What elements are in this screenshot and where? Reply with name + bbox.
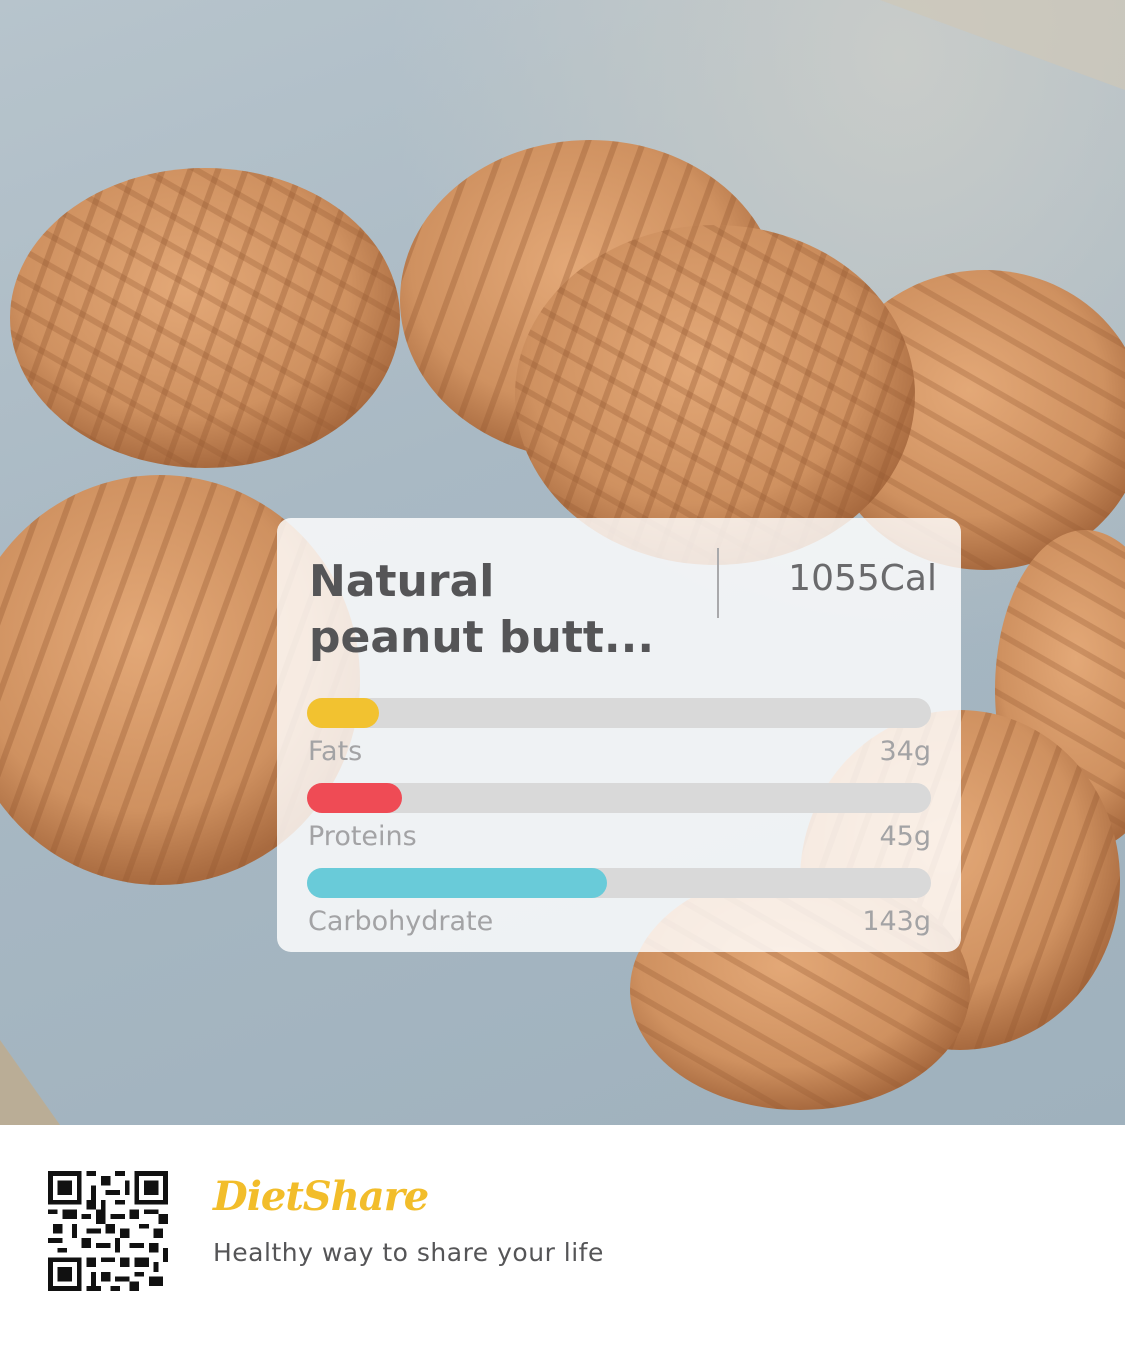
food-name-line1: Natural (309, 556, 495, 607)
tagline: Healthy way to share your life (213, 1238, 604, 1267)
fats-value: 34g (879, 736, 932, 767)
calories-value: 1055Cal (788, 558, 937, 599)
divider (717, 548, 719, 618)
brand-logo: DietShare (213, 1173, 429, 1220)
qr-code-icon (48, 1171, 168, 1291)
carbohydrate-label: Carbohydrate (308, 906, 494, 937)
proteins-value: 45g (879, 821, 932, 852)
food-name: Natural peanut butt... (309, 554, 709, 666)
fats-label: Fats (308, 736, 363, 767)
food-photo: Natural peanut butt... 1055Cal Fats 34g … (0, 0, 1125, 1125)
fats-bar-fill (307, 698, 379, 728)
proteins-bar-fill (307, 783, 402, 813)
carbohydrate-bar-fill (307, 868, 607, 898)
nutrition-card: Natural peanut butt... 1055Cal Fats 34g … (277, 518, 961, 952)
carbohydrate-value: 143g (862, 906, 931, 937)
proteins-progress-bar (307, 783, 931, 813)
proteins-label: Proteins (308, 821, 417, 852)
food-name-line2: peanut butt... (309, 612, 655, 663)
carbohydrate-progress-bar (307, 868, 931, 898)
fats-progress-bar (307, 698, 931, 728)
footer: DietShare Healthy way to share your life (0, 1125, 1125, 1350)
